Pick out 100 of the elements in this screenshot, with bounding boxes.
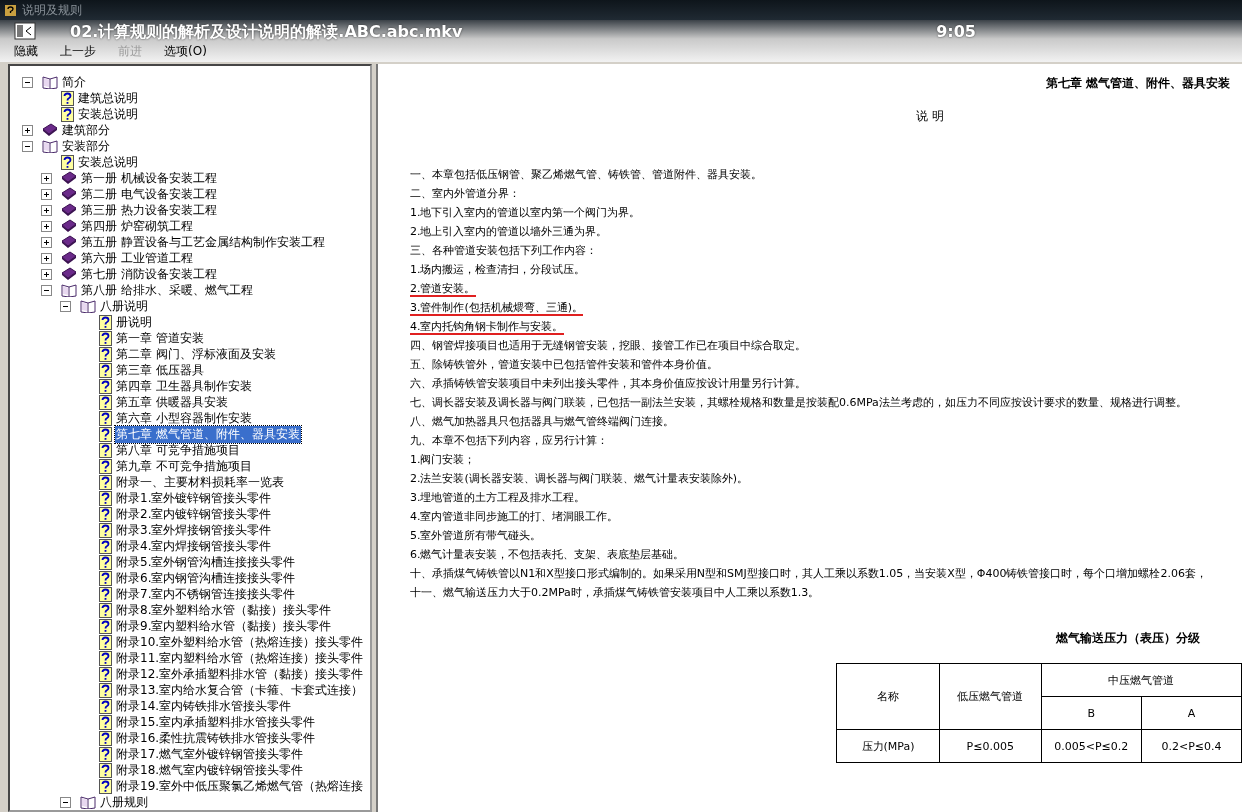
paragraph-text: 2.管道安装。 — [410, 282, 476, 297]
help-page-icon — [99, 426, 112, 442]
tree-item[interactable]: 建筑总说明 — [77, 89, 139, 107]
tree-item[interactable]: 附录19.室外中低压聚氯乙烯燃气管（热熔连接 — [115, 777, 365, 795]
tree-item[interactable]: 第六章 小型容器制作安装 — [115, 409, 253, 427]
tree-item[interactable]: 附录一、主要材料损耗率一览表 — [115, 473, 285, 491]
tree-item[interactable]: 第四章 卫生器具制作安装 — [115, 377, 253, 395]
tree-item[interactable]: 安装总说明 — [77, 105, 139, 123]
paragraph-text: 九、本章不包括下列内容，应另行计算： — [410, 434, 608, 447]
help-page-icon — [99, 410, 112, 426]
paragraph-text: 2.法兰安装(调长器安装、调长器与阀门联装、燃气计量表安装除外)。 — [410, 472, 749, 485]
tree-item[interactable]: 附录13.室内给水复合管（卡箍、卡套式连接） — [115, 681, 365, 699]
expand-icon[interactable] — [41, 188, 52, 200]
table-header: 中压燃气管道 — [1041, 663, 1242, 697]
video-time: 9:05 — [936, 22, 976, 43]
tree-item[interactable]: 附录11.室内塑料给水管（热熔连接）接头零件 — [115, 649, 365, 667]
tree-item[interactable]: 附录9.室内塑料给水管（黏接）接头零件 — [115, 617, 333, 635]
table-cell: 0.2<P≤0.4 — [1141, 729, 1242, 763]
table-cell: 0.005<P≤0.2 — [1041, 729, 1142, 763]
tree-item[interactable]: 第五册 静置设备与工艺金属结构制作安装工程 — [80, 233, 326, 251]
paragraph-text: 3.管件制作(包括机械煨弯、三通)。 — [410, 301, 584, 316]
tree-item[interactable]: 附录12.室外承插塑料排水管（黏接）接头零件 — [115, 665, 365, 683]
tree-item[interactable]: 简介 — [61, 73, 87, 91]
tree-item[interactable]: 建筑部分 — [61, 121, 111, 139]
help-page-icon — [99, 330, 112, 346]
tree-item[interactable]: 附录1.室外镀锌钢管接头零件 — [115, 489, 273, 507]
paragraph-text: 七、调长器安装及调长器与阀门联装，已包括一副法兰安装，其螺栓规格和数量是按装配0.6MPa法兰考虑的，如压力不同应按设计要求的数量、规格进行调整。 — [410, 396, 1187, 409]
tree-item[interactable]: 第三章 低压器具 — [115, 361, 205, 379]
tree-item[interactable]: 第六册 工业管道工程 — [80, 249, 194, 267]
expand-icon[interactable] — [41, 172, 52, 184]
paragraph-text: 十一、燃气输送压力大于0.2MPa时，承插煤气铸铁管安装项目中人工乘以系数1.3。 — [410, 586, 820, 599]
expand-icon[interactable] — [41, 236, 52, 248]
tree-item[interactable]: 第五章 供暖器具安装 — [115, 393, 229, 411]
tree-item[interactable]: 第一章 管道安装 — [115, 329, 205, 347]
collapse-icon[interactable] — [60, 300, 71, 312]
help-page-icon — [99, 538, 112, 554]
help-page-icon — [99, 714, 112, 730]
tree-item[interactable]: 第九章 不可竞争措施项目 — [115, 457, 253, 475]
tree-item[interactable]: 附录4.室内焊接钢管接头零件 — [115, 537, 273, 555]
tree-item[interactable]: 安装总说明 — [77, 153, 139, 171]
help-page-icon — [99, 730, 112, 746]
tree-item[interactable]: 附录3.室外焊接钢管接头零件 — [115, 521, 273, 539]
paragraph-text: 4.室内管道非同步施工的打、堵洞眼工作。 — [410, 510, 619, 523]
collapse-icon[interactable] — [41, 284, 52, 296]
tree-item[interactable]: 附录18.燃气室内镀锌钢管接头零件 — [115, 761, 305, 779]
tree-item[interactable]: 附录7.室内不锈钢管连接接头零件 — [115, 585, 297, 603]
tree-item[interactable]: 第一册 机械设备安装工程 — [80, 169, 218, 187]
tree-item[interactable]: 八册说明 — [99, 297, 149, 315]
help-page-icon — [99, 442, 112, 458]
expand-icon[interactable] — [41, 220, 52, 232]
paragraph-text: 一、本章包括低压钢管、聚乙烯燃气管、铸铁管、管道附件、器具安装。 — [410, 168, 762, 181]
toolbar-button[interactable]: 选项(O) — [164, 43, 207, 60]
help-page-icon — [61, 106, 74, 122]
help-page-icon — [99, 570, 112, 586]
closed-book-icon — [61, 203, 77, 217]
collapse-icon[interactable] — [60, 796, 71, 808]
closed-book-icon — [61, 267, 77, 281]
open-book-icon — [42, 139, 58, 153]
tree-item[interactable]: 附录8.室外塑料给水管（黏接）接头零件 — [115, 601, 333, 619]
help-page-icon — [99, 362, 112, 378]
tree-item[interactable]: 附录17.燃气室外镀锌钢管接头零件 — [115, 745, 305, 763]
toolbar-button[interactable]: 隐藏 — [14, 21, 38, 60]
expand-icon[interactable] — [41, 268, 52, 280]
tree-item[interactable]: 安装部分 — [61, 137, 111, 155]
open-book-icon — [80, 795, 96, 809]
tree-item[interactable]: 附录10.室外塑料给水管（热熔连接）接头零件 — [115, 633, 365, 651]
help-page-icon — [99, 666, 112, 682]
tree-item[interactable]: 第三册 热力设备安装工程 — [80, 201, 218, 219]
open-book-icon — [80, 299, 96, 313]
closed-book-icon — [61, 235, 77, 249]
paragraph-text: 2.地上引入室内的管道以墙外三通为界。 — [410, 225, 608, 238]
tree-item[interactable]: 附录15.室内承插塑料排水管接头零件 — [115, 713, 317, 731]
help-page-icon — [99, 634, 112, 650]
expand-icon[interactable] — [22, 124, 33, 136]
tree-item[interactable]: 附录14.室内铸铁排水管接头零件 — [115, 697, 293, 715]
tree-item[interactable]: 附录6.室内钢管沟槽连接接头零件 — [115, 569, 297, 587]
expand-icon[interactable] — [41, 252, 52, 264]
help-page-icon — [99, 746, 112, 762]
tree-item[interactable]: 第八册 给排水、采暖、燃气工程 — [80, 281, 254, 299]
tree-item[interactable]: 册说明 — [115, 313, 153, 331]
paragraph-text: 十、承插煤气铸铁管以N1和X型接口形式编制的。如果采用N型和SMJ型接口时，其人工乘以系数1.05，当安装X型，Φ400铸铁管接口时，每个口增加螺栓2.06套， — [410, 567, 1207, 580]
open-book-icon — [42, 75, 58, 89]
collapse-icon[interactable] — [22, 76, 33, 88]
tree-item[interactable]: 附录2.室内镀锌钢管接头零件 — [115, 505, 273, 523]
paragraph-text: 六、承插铸铁管安装项目中未列出接头零件，其本身价值应按设计用量另行计算。 — [410, 377, 806, 390]
table-header: A — [1141, 696, 1242, 730]
tree-item[interactable]: 第四册 炉窑砌筑工程 — [80, 217, 194, 235]
tree-item[interactable]: 第八章 可竞争措施项目 — [115, 441, 241, 459]
toolbar-button[interactable]: 上一步 — [60, 43, 96, 60]
tree-item[interactable]: 第二章 阀门、浮标液面及安装 — [115, 345, 277, 363]
help-page-icon — [99, 378, 112, 394]
collapse-icon[interactable] — [22, 140, 33, 152]
tree-item[interactable]: 第二册 电气设备安装工程 — [80, 185, 218, 203]
tree-item[interactable]: 第七章 燃气管道、附件、器具安装 — [115, 425, 301, 443]
chapter-title: 第七章 燃气管道、附件、器具安装 — [1044, 75, 1231, 92]
tree-item[interactable]: 八册规则 — [99, 793, 149, 810]
tree-item[interactable]: 附录5.室外钢管沟槽连接接头零件 — [115, 553, 297, 571]
tree-item[interactable]: 第七册 消防设备安装工程 — [80, 265, 218, 283]
expand-icon[interactable] — [41, 204, 52, 216]
tree-item[interactable]: 附录16.柔性抗震铸铁排水管接头零件 — [115, 729, 317, 747]
